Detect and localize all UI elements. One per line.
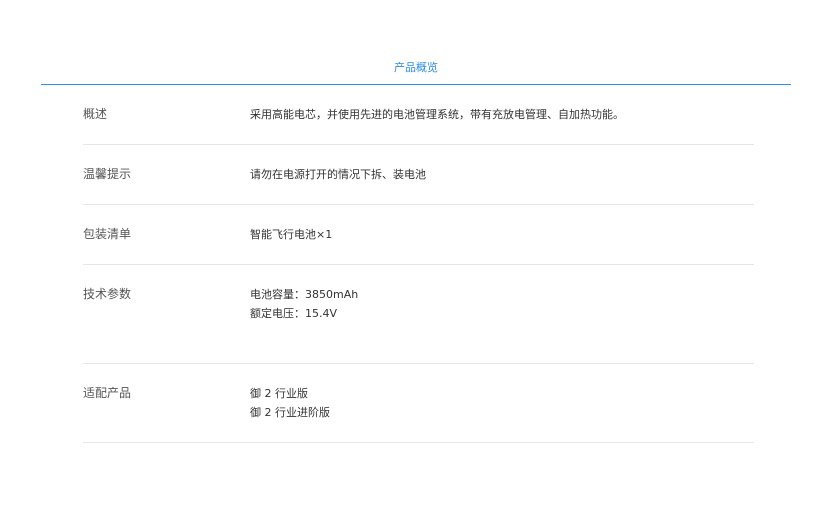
tab-product-overview[interactable]: 产品概览 xyxy=(41,60,791,76)
spec-row-tech-params: 技术参数 电池容量：3850mAh 额定电压：15.4V xyxy=(83,265,754,364)
product-overview-page: 产品概览 概述 采用高能电芯，并使用先进的电池管理系统，带有充放电管理、自加热功… xyxy=(0,0,840,528)
spec-row-compatible-products: 适配产品 御 2 行业版 御 2 行业进阶版 xyxy=(83,364,754,443)
tab-bar: 产品概览 xyxy=(41,52,791,85)
spec-table: 概述 采用高能电芯，并使用先进的电池管理系统，带有充放电管理、自加热功能。 温馨… xyxy=(83,85,754,443)
spec-value: 智能飞行电池×1 xyxy=(250,228,333,241)
spec-value: 电池容量：3850mAh xyxy=(250,288,359,301)
spec-value: 御 2 行业版 xyxy=(250,387,308,400)
spec-value: 采用高能电芯，并使用先进的电池管理系统，带有充放电管理、自加热功能。 xyxy=(250,108,624,121)
spec-values: 采用高能电芯，并使用先进的电池管理系统，带有充放电管理、自加热功能。 xyxy=(250,105,624,124)
spec-values: 请勿在电源打开的情况下拆、装电池 xyxy=(250,165,426,184)
spec-row-tips: 温馨提示 请勿在电源打开的情况下拆、装电池 xyxy=(83,145,754,205)
spec-values: 电池容量：3850mAh 额定电压：15.4V xyxy=(250,285,358,323)
spec-label: 温馨提示 xyxy=(83,167,132,181)
spec-value: 额定电压：15.4V xyxy=(250,307,338,320)
spec-label: 技术参数 xyxy=(83,287,132,301)
spec-row-overview: 概述 采用高能电芯，并使用先进的电池管理系统，带有充放电管理、自加热功能。 xyxy=(83,85,754,145)
spec-values: 御 2 行业版 御 2 行业进阶版 xyxy=(250,384,330,422)
spec-value: 请勿在电源打开的情况下拆、装电池 xyxy=(250,168,426,181)
spec-label: 概述 xyxy=(83,107,108,121)
spec-values: 智能飞行电池×1 xyxy=(250,225,332,244)
spec-row-package-list: 包装清单 智能飞行电池×1 xyxy=(83,205,754,265)
spec-value: 御 2 行业进阶版 xyxy=(250,406,330,419)
spec-label: 适配产品 xyxy=(83,386,132,400)
spec-label: 包装清单 xyxy=(83,227,132,241)
